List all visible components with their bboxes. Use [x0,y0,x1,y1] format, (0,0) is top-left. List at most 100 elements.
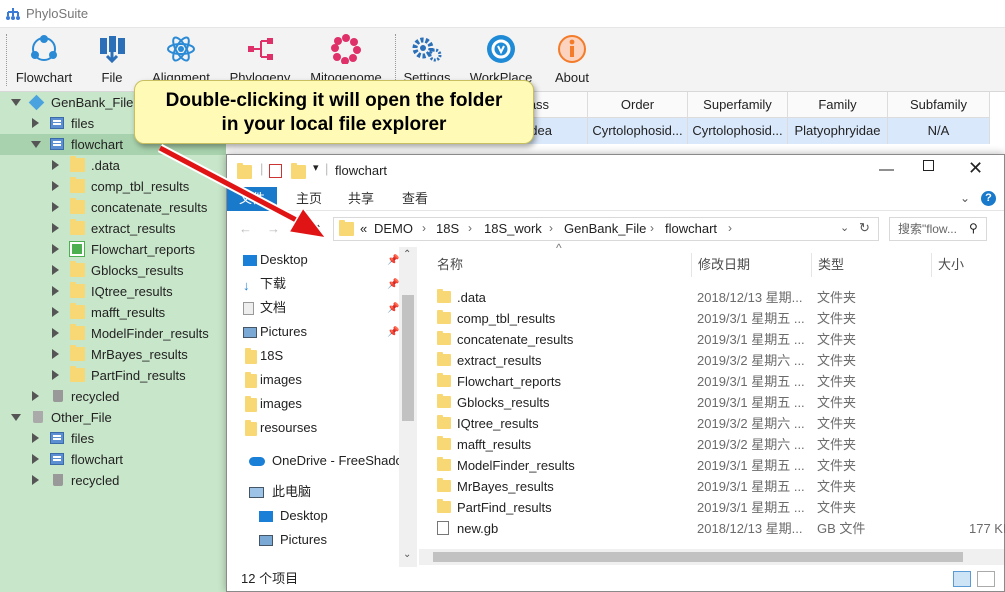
chevron-right-icon[interactable] [32,433,39,443]
tab-share[interactable]: 共享 [339,187,383,211]
file-type: 文件夹 [817,416,857,431]
column-header[interactable]: Family [788,92,888,118]
chevron-right-icon[interactable] [52,223,59,233]
chevron-right-icon[interactable] [52,181,59,191]
chevron-right-icon[interactable]: › [422,221,426,235]
file-date: 2019/3/2 星期六 ... [697,353,805,368]
chevron-right-icon[interactable] [52,370,59,380]
chevron-right-icon[interactable] [52,160,59,170]
column-header-size[interactable]: 大小 [931,253,1004,277]
chevron-right-icon[interactable] [52,307,59,317]
forward-arrow-icon[interactable]: → [267,221,280,236]
file-row[interactable]: IQtree_results 2019/3/2 星期六 ... 文件夹 [419,413,1004,434]
back-arrow-icon[interactable]: ← [239,221,252,236]
close-button[interactable]: ✕ [968,158,983,179]
recent-dropdown-icon[interactable]: ⌄ [295,219,304,232]
chevron-down-icon[interactable]: ⌄ [960,191,970,205]
flowchart-button[interactable]: Flowchart [6,30,82,90]
new-folder-icon[interactable] [291,163,306,179]
table-cell[interactable]: Cyrtolophosid... [588,118,688,144]
file-name: ModelFinder_results [457,458,575,473]
breadcrumb-item[interactable]: flowchart [665,221,717,236]
customize-dropdown-icon[interactable]: ▾ [313,161,319,174]
breadcrumb-overflow[interactable]: « [360,221,367,236]
chevron-right-icon[interactable] [52,286,59,296]
file-row[interactable]: .data 2018/12/13 星期... 文件夹 [419,287,1004,308]
pin-icon[interactable]: 📌 [387,327,399,338]
file-row[interactable]: Flowchart_reports 2019/3/1 星期五 ... 文件夹 [419,371,1004,392]
chevron-down-icon[interactable] [31,141,41,148]
folder-icon [70,156,85,172]
file-type: 文件夹 [817,332,857,347]
pin-icon[interactable]: 📌 [387,255,399,266]
tab-view[interactable]: 查看 [393,187,437,211]
chevron-right-icon[interactable] [52,349,59,359]
tab-home[interactable]: 主页 [287,187,331,211]
chevron-down-icon[interactable]: ⌄ [840,221,849,234]
chevron-right-icon[interactable] [52,244,59,254]
column-header[interactable]: Superfamily [688,92,788,118]
chevron-right-icon[interactable] [32,475,39,485]
pin-icon[interactable]: 📌 [387,303,399,314]
table-cell[interactable]: Platyophryidae [788,118,888,144]
file-row[interactable]: PartFind_results 2019/3/1 星期五 ... 文件夹 [419,497,1004,518]
table-cell[interactable]: Cyrtolophosid... [688,118,788,144]
chevron-down-icon[interactable] [11,414,21,421]
about-button[interactable]: About [534,30,610,90]
minimize-button[interactable]: — [879,161,894,178]
tiles-view-icon[interactable] [977,571,995,587]
file-row[interactable]: MrBayes_results 2019/3/1 星期五 ... 文件夹 [419,476,1004,497]
file-row[interactable]: extract_results 2019/3/2 星期六 ... 文件夹 [419,350,1004,371]
chevron-right-icon[interactable] [52,265,59,275]
file-row[interactable]: Gblocks_results 2019/3/1 星期五 ... 文件夹 [419,392,1004,413]
tree-item-label: PartFind_results [91,368,186,383]
file-row[interactable]: concatenate_results 2019/3/1 星期五 ... 文件夹 [419,329,1004,350]
tree-item-label: flowchart [71,137,124,152]
chevron-right-icon[interactable] [32,454,39,464]
scroll-up-icon[interactable]: ⌃ [403,249,411,260]
chevron-right-icon[interactable]: › [549,221,553,235]
horizontal-scrollbar[interactable] [419,549,1004,565]
tab-file[interactable]: 文件 [227,187,277,211]
breadcrumb-item[interactable]: GenBank_File [564,221,646,236]
scrollbar-thumb[interactable] [433,552,963,562]
chevron-down-icon[interactable] [11,99,21,106]
search-icon[interactable]: ⚲ [969,221,978,235]
help-icon[interactable]: ? [981,191,996,206]
chevron-right-icon[interactable]: › [468,221,472,235]
file-row[interactable]: comp_tbl_results 2019/3/1 星期五 ... 文件夹 [419,308,1004,329]
file-row[interactable]: ModelFinder_results 2019/3/1 星期五 ... 文件夹 [419,455,1004,476]
scroll-down-icon[interactable]: ⌄ [403,549,411,560]
up-arrow-icon[interactable]: ↑ [315,220,322,235]
column-header[interactable]: Order [588,92,688,118]
phylogeny-icon [248,38,273,60]
column-header-name[interactable]: 名称 [437,253,687,277]
refresh-icon[interactable]: ↻ [859,220,870,236]
file-row[interactable]: mafft_results 2019/3/2 星期六 ... 文件夹 [419,434,1004,455]
file-row[interactable]: new.gb 2018/12/13 星期... GB 文件 177 KB [419,518,1005,539]
column-header-type[interactable]: 类型 [811,253,931,277]
chevron-right-icon[interactable]: › [728,221,732,235]
nav-scrollbar[interactable]: ⌃ ⌄ [399,247,417,567]
chevron-right-icon[interactable]: › [650,221,654,235]
breadcrumb-item[interactable]: 18S_work [484,221,542,236]
pin-icon[interactable]: 📌 [387,279,399,290]
breadcrumb-item[interactable]: 18S [436,221,459,236]
chevron-right-icon[interactable] [52,202,59,212]
table-cell[interactable]: N/A [888,118,990,144]
address-bar[interactable]: « DEMO › 18S › 18S_work › GenBank_File ›… [333,217,879,241]
column-header-date[interactable]: 修改日期 [691,253,811,277]
explorer-titlebar: | ▾ | flowchart — ✕ [227,155,1004,187]
scrollbar-thumb[interactable] [402,295,414,421]
properties-icon[interactable] [269,164,282,178]
details-view-icon[interactable] [953,571,971,587]
maximize-button[interactable] [923,160,934,171]
folder-icon [237,163,252,179]
chevron-right-icon[interactable] [52,328,59,338]
column-header[interactable]: Subfamily [888,92,990,118]
chevron-right-icon[interactable] [32,118,39,128]
phylosuite-logo-icon [6,8,20,20]
breadcrumb-item[interactable]: DEMO [374,221,413,236]
chevron-right-icon[interactable] [32,391,39,401]
ribbon-tabs: 文件 主页 共享 查看 ⌄ ? [227,187,1004,211]
